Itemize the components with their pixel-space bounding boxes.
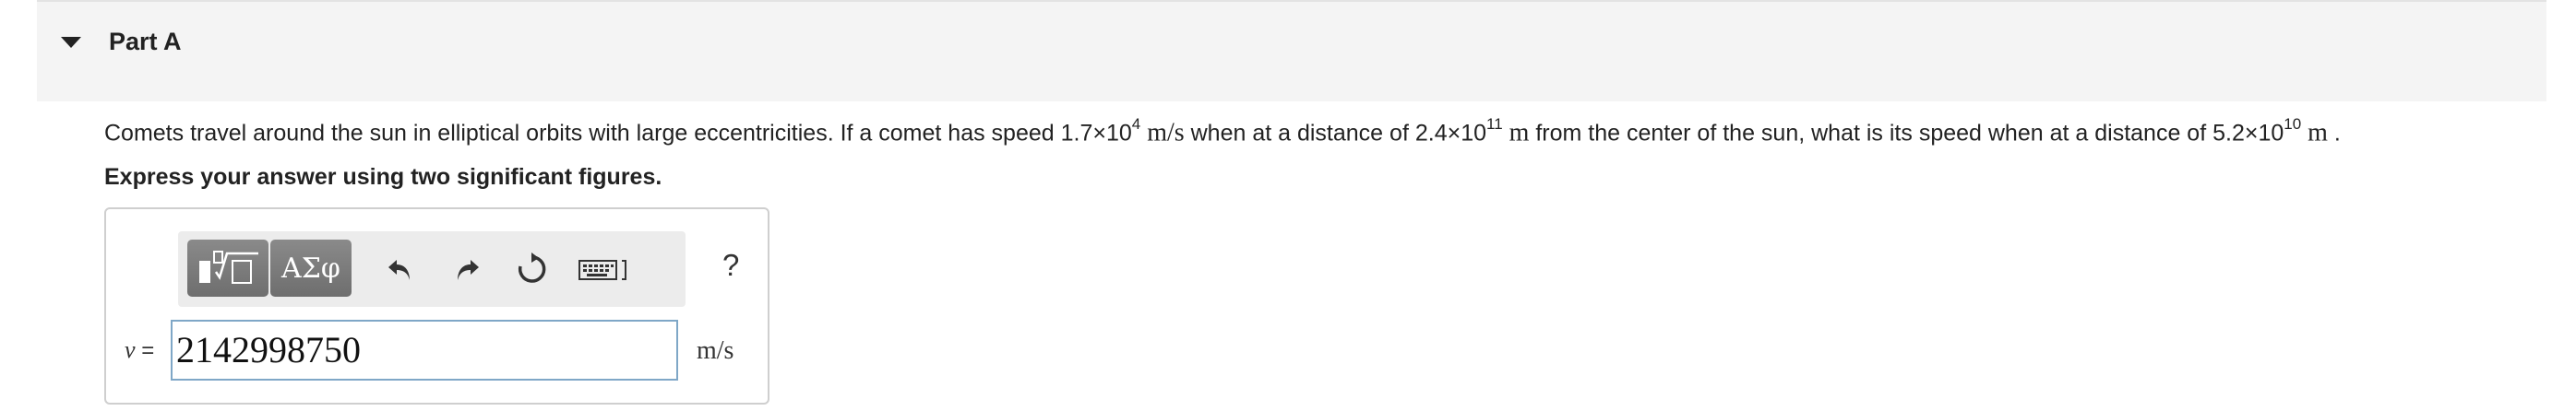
distance1-unit: m <box>1509 118 1530 147</box>
speed-exponent: 4 <box>1131 115 1141 133</box>
templates-button[interactable] <box>187 240 268 297</box>
distance2-mantissa: 5.2×10 <box>2212 120 2284 147</box>
reset-icon[interactable] <box>514 252 549 287</box>
undo-icon[interactable] <box>383 252 418 287</box>
templates-icon <box>199 251 258 284</box>
collapse-caret-icon[interactable] <box>61 37 81 48</box>
distance1-mantissa: 2.4×10 <box>1414 120 1487 147</box>
question-text: Comets travel around the sun in elliptic… <box>104 115 2341 147</box>
part-header[interactable]: Part A <box>37 0 2546 101</box>
instruction-text: Express your answer using two significan… <box>104 164 662 190</box>
redo-icon[interactable] <box>449 252 484 287</box>
question-text-1: Comets travel around the sun in elliptic… <box>104 120 1061 147</box>
answer-input[interactable]: 2142998750 <box>171 320 678 381</box>
help-button[interactable]: ? <box>722 248 739 283</box>
distance1-exponent: 11 <box>1486 115 1503 133</box>
question-text-4: . <box>2327 120 2341 147</box>
question-text-3: from the center of the sun, what is its … <box>1529 120 2213 147</box>
answer-variable: v <box>125 336 136 363</box>
speed-mantissa: 1.7×10 <box>1060 120 1132 147</box>
symbols-button[interactable]: ΑΣφ <box>270 240 352 297</box>
answer-equals: = <box>135 338 155 363</box>
equation-toolbar: ΑΣφ ? <box>178 231 739 307</box>
answer-box: ΑΣφ ? v = 2142998750 m/s <box>104 207 769 405</box>
speed-unit: m/s <box>1147 118 1185 147</box>
keyboard-icon[interactable] <box>577 252 632 287</box>
answer-variable-label: v = <box>125 336 154 364</box>
answer-unit: m/s <box>697 336 734 365</box>
distance2-exponent: 10 <box>2284 115 2302 133</box>
part-title: Part A <box>109 28 182 55</box>
question-text-2: when at a distance of <box>1184 120 1415 147</box>
distance2-unit: m <box>2308 118 2328 147</box>
